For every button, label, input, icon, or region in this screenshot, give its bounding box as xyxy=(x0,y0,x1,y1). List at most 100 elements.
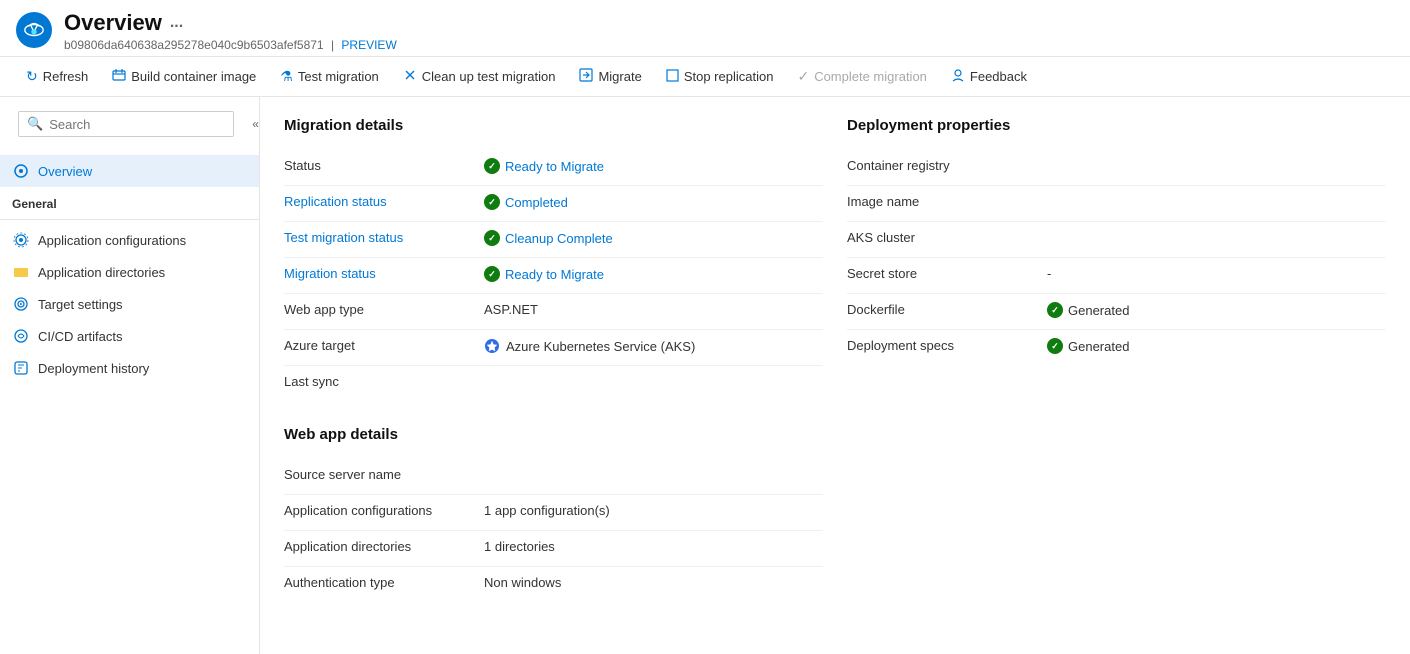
web-app-details-section: Web app details Source server name Appli… xyxy=(284,426,823,603)
replication-status-label[interactable]: Replication status xyxy=(284,194,484,209)
test-icon: ⚗ xyxy=(280,68,293,85)
secret-store-row: Secret store - xyxy=(847,258,1386,294)
deployment-properties-table: Container registry Image name AKS cluste… xyxy=(847,150,1386,366)
page-header: Overview ... b09806da640638a295278e040c9… xyxy=(0,0,1410,56)
general-section-label: General xyxy=(0,187,259,215)
app-configurations-row-label: Application configurations xyxy=(284,503,484,518)
sidebar-item-target-settings[interactable]: Target settings xyxy=(0,288,259,320)
sidebar-nav: Overview General Application configurati… xyxy=(0,151,259,388)
deployment-history-icon xyxy=(12,359,30,377)
main-content: Migration details Status Ready to Migrat… xyxy=(260,97,1410,654)
dockerfile-badge: Generated xyxy=(1047,302,1129,318)
stop-replication-button[interactable]: Stop replication xyxy=(656,64,784,90)
overview-label: Overview xyxy=(38,164,92,179)
authentication-type-value: Non windows xyxy=(484,575,561,590)
app-icon xyxy=(16,12,52,48)
preview-badge: PREVIEW xyxy=(341,38,396,52)
migration-status-dot xyxy=(484,266,500,282)
status-text: Ready to Migrate xyxy=(505,159,604,174)
subtitle-separator: | xyxy=(331,38,334,52)
header-text-block: Overview ... b09806da640638a295278e040c9… xyxy=(64,10,397,52)
status-row: Status Ready to Migrate xyxy=(284,150,823,186)
collapse-sidebar-button[interactable]: « xyxy=(248,115,260,133)
sidebar-item-cicd-artifacts[interactable]: CI/CD artifacts xyxy=(0,320,259,352)
migration-status-value: Ready to Migrate xyxy=(484,266,604,282)
title-text: Overview xyxy=(64,10,162,36)
more-options-button[interactable]: ... xyxy=(170,14,183,32)
cicd-icon xyxy=(12,327,30,345)
image-name-row: Image name xyxy=(847,186,1386,222)
aks-cluster-row: AKS cluster xyxy=(847,222,1386,258)
authentication-type-label: Authentication type xyxy=(284,575,484,590)
replication-status-badge: Completed xyxy=(484,194,568,210)
replication-dot xyxy=(484,194,500,210)
status-value: Ready to Migrate xyxy=(484,158,604,174)
sidebar-divider xyxy=(0,219,259,220)
build-label: Build container image xyxy=(131,69,256,84)
sidebar: 🔍 « Overview General xyxy=(0,97,260,654)
test-migration-status-label[interactable]: Test migration status xyxy=(284,230,484,245)
test-status-badge: Cleanup Complete xyxy=(484,230,613,246)
test-migration-button[interactable]: ⚗ Test migration xyxy=(270,63,388,90)
web-app-type-value: ASP.NET xyxy=(484,302,538,317)
status-label: Status xyxy=(284,158,484,173)
sidebar-item-app-configurations[interactable]: Application configurations xyxy=(0,224,259,256)
azure-target-row: Azure target Azure Kubernetes Service (A… xyxy=(284,330,823,366)
deployment-properties-title: Deployment properties xyxy=(847,117,1386,134)
subtitle: b09806da640638a295278e040c9b6503afef5871… xyxy=(64,38,397,52)
build-container-image-button[interactable]: Build container image xyxy=(102,63,266,90)
resource-id: b09806da640638a295278e040c9b6503afef5871 xyxy=(64,38,324,52)
migrate-icon xyxy=(579,68,593,85)
refresh-icon: ↻ xyxy=(26,68,38,85)
status-badge: Ready to Migrate xyxy=(484,158,604,174)
azure-target-value: Azure Kubernetes Service (AKS) xyxy=(484,338,695,354)
aks-cluster-label: AKS cluster xyxy=(847,230,1047,245)
test-status-text: Cleanup Complete xyxy=(505,231,613,246)
clean-label: Clean up test migration xyxy=(422,69,556,84)
container-registry-label: Container registry xyxy=(847,158,1047,173)
app-directories-icon xyxy=(12,263,30,281)
app-configurations-row-value: 1 app configuration(s) xyxy=(484,503,610,518)
deployment-specs-badge: Generated xyxy=(1047,338,1129,354)
sidebar-item-deployment-history[interactable]: Deployment history xyxy=(0,352,259,384)
authentication-type-row: Authentication type Non windows xyxy=(284,567,823,603)
search-input[interactable] xyxy=(49,117,225,132)
azure-target-label: Azure target xyxy=(284,338,484,353)
deployment-specs-label: Deployment specs xyxy=(847,338,1047,353)
migration-details-table: Status Ready to Migrate Replication stat… xyxy=(284,150,823,402)
replication-status-value: Completed xyxy=(484,194,568,210)
complete-migration-button[interactable]: ✓ Complete migration xyxy=(787,63,936,90)
test-label: Test migration xyxy=(298,69,379,84)
refresh-button[interactable]: ↻ Refresh xyxy=(16,63,98,90)
refresh-label: Refresh xyxy=(43,69,89,84)
web-app-type-row: Web app type ASP.NET xyxy=(284,294,823,330)
feedback-button[interactable]: Feedback xyxy=(941,63,1037,90)
main-layout: 🔍 « Overview General xyxy=(0,97,1410,654)
secret-store-value: - xyxy=(1047,266,1051,281)
migration-details-title: Migration details xyxy=(284,117,823,134)
build-icon xyxy=(112,68,126,85)
container-registry-row: Container registry xyxy=(847,150,1386,186)
sidebar-item-app-directories[interactable]: Application directories xyxy=(0,256,259,288)
replication-text: Completed xyxy=(505,195,568,210)
deployment-history-label: Deployment history xyxy=(38,361,149,376)
sidebar-item-overview[interactable]: Overview xyxy=(0,155,259,187)
app-directories-label: Application directories xyxy=(38,265,165,280)
cicd-artifacts-label: CI/CD artifacts xyxy=(38,329,123,344)
migrate-button[interactable]: Migrate xyxy=(569,63,651,90)
left-column: Migration details Status Ready to Migrat… xyxy=(284,117,823,603)
deployment-specs-dot xyxy=(1047,338,1063,354)
clean-test-migration-button[interactable]: Clean up test migration xyxy=(393,63,566,90)
content-grid: Migration details Status Ready to Migrat… xyxy=(284,117,1386,603)
app-configurations-label: Application configurations xyxy=(38,233,186,248)
target-settings-label: Target settings xyxy=(38,297,123,312)
stop-label: Stop replication xyxy=(684,69,774,84)
migration-status-row: Migration status Ready to Migrate xyxy=(284,258,823,294)
migration-status-label[interactable]: Migration status xyxy=(284,266,484,281)
overview-icon xyxy=(12,162,30,180)
toolbar: ↻ Refresh Build container image ⚗ Test m… xyxy=(0,56,1410,97)
dockerfile-value: Generated xyxy=(1047,302,1129,318)
search-container: 🔍 xyxy=(18,111,234,137)
deployment-specs-text: Generated xyxy=(1068,339,1129,354)
web-app-details-title: Web app details xyxy=(284,426,823,443)
